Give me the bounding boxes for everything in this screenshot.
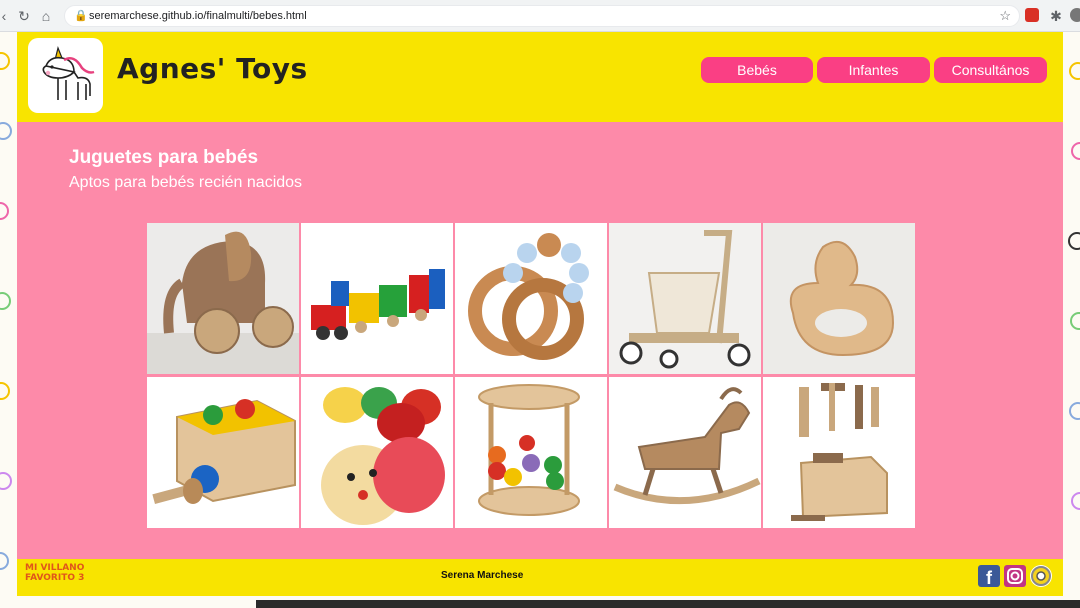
bead-rattle-icon [478,384,580,516]
product-tile-train[interactable] [301,223,453,374]
product-tile-rattle[interactable] [455,377,607,528]
nav-bebes-button[interactable]: Bebés [701,57,813,83]
svg-text:f: f [986,568,993,587]
rocking-horse-icon [613,387,761,505]
os-taskbar [0,596,1080,608]
extensions-puzzle-icon[interactable]: ✱ [1048,8,1064,24]
author-name: Serena Marchese [441,570,524,581]
bookmark-star-icon[interactable]: ☆ [999,8,1011,24]
instagram-icon[interactable] [1004,565,1026,587]
taskbar-strip [256,600,1080,608]
browser-toolbar: ‹ ↻ ⌂ 🔒 seremarchese.github.io/finalmult… [0,0,1080,32]
site-footer: MI VILLANO FAVORITO 3 Serena Marchese f [17,559,1063,596]
site-header: Agnes' Toys Bebés Infantes Consultános [17,32,1063,122]
product-tile-teether[interactable] [455,223,607,374]
reload-icon[interactable]: ↻ [16,8,32,24]
product-tile-tools[interactable] [763,377,915,528]
teething-rings-icon [468,233,589,360]
nav-infantes-button[interactable]: Infantes [817,57,930,83]
adblock-extension-icon[interactable] [1025,8,1039,22]
minion-goggle-icon[interactable] [1030,565,1052,587]
page-subtitle: Aptos para bebés recién nacidos [69,174,303,191]
maracas-icon [321,387,445,525]
lock-icon: 🔒 [74,10,88,22]
main-content: Juguetes para bebés Aptos para bebés rec… [17,122,1063,559]
left-background-pattern [0,32,17,608]
home-icon[interactable]: ⌂ [38,8,54,24]
back-icon[interactable]: ‹ [0,8,12,24]
product-tile-maracas[interactable] [301,377,453,528]
product-tile-rocking-horse[interactable] [609,377,761,528]
nav-consultanos-button[interactable]: Consultános [934,57,1047,83]
profile-avatar-icon[interactable] [1070,8,1080,22]
product-gallery [147,223,915,529]
product-tile-elephant[interactable] [147,223,299,374]
right-background-pattern [1063,32,1080,608]
wooden-elephant-icon [147,231,299,374]
unicorn-logo[interactable] [28,38,103,113]
product-tile-walker[interactable] [609,223,761,374]
address-bar[interactable]: 🔒 seremarchese.github.io/finalmulti/bebe… [64,5,1020,27]
tool-set-icon [791,383,888,521]
walker-cart-icon [619,230,751,369]
wooden-duck-icon [789,240,895,357]
product-tile-duck[interactable] [763,223,915,374]
page-title: Juguetes para bebés [69,147,259,168]
url-text: seremarchese.github.io/finalmulti/bebes.… [89,10,307,22]
pound-box-icon [152,399,296,505]
unicorn-icon [42,46,95,100]
brand-name[interactable]: Agnes' Toys [117,52,308,85]
wooden-train-icon [311,269,445,340]
product-tile-pound-box[interactable] [147,377,299,528]
facebook-icon[interactable]: f [978,565,1000,588]
movie-logo[interactable]: MI VILLANO FAVORITO 3 [25,563,93,591]
